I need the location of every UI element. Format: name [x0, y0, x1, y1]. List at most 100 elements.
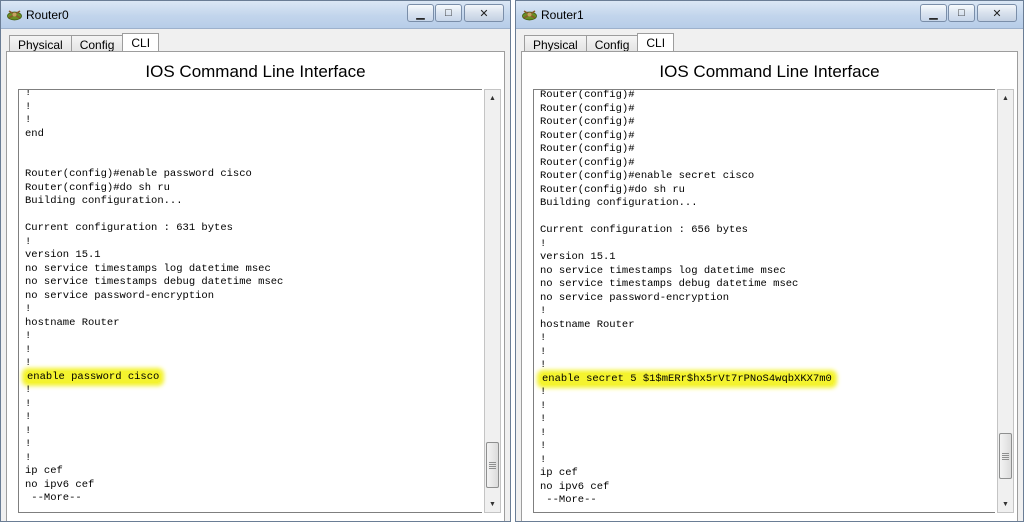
console-line-text: end — [25, 127, 44, 140]
console-line: ! — [534, 454, 995, 468]
console-line-text: Building configuration... — [540, 197, 698, 209]
console-line: Router(config)#do sh ru — [19, 182, 482, 196]
console-line: ! — [19, 398, 482, 412]
minimize-icon: ▁ — [416, 7, 425, 20]
console-output: !!! end Router(config)#enable password cis… — [19, 90, 482, 506]
tab-cli[interactable]: CLI — [637, 33, 675, 53]
console-line-text: ! — [25, 343, 32, 356]
console-line-text: ! — [540, 426, 547, 439]
console-line-text: hostname Router — [25, 316, 120, 329]
router-app-icon — [522, 10, 537, 21]
console-line-text: no service password-encryption — [540, 291, 730, 304]
console-line: Router(config)#enable secret cisco — [534, 170, 995, 184]
close-icon: ✕ — [992, 7, 1002, 20]
console-line: ! — [19, 452, 482, 466]
router0-window[interactable]: Router0 ▁ □ ✕ Physical Config CLI IOS Co… — [0, 0, 511, 522]
console-line-text: ip cef — [25, 465, 63, 477]
title-bar[interactable]: Router0 ▁ □ ✕ — [1, 1, 510, 29]
console-line: no ipv6 cef — [19, 479, 482, 493]
console-line-text: no service timestamps log datetime msec — [25, 262, 271, 275]
console-line: ! — [19, 236, 482, 250]
console-scrollbar[interactable]: ▲ ▼ — [997, 89, 1014, 513]
console-line-text: ! — [25, 411, 32, 423]
console-line-text: ! — [25, 424, 32, 437]
console-line: hostname Router — [19, 317, 482, 331]
scroll-up-icon[interactable]: ▲ — [998, 90, 1013, 106]
scroll-up-icon[interactable]: ▲ — [485, 90, 500, 106]
console-line-text: ! — [25, 100, 32, 113]
console-line: ! — [534, 238, 995, 252]
console-line: ! — [19, 425, 482, 439]
tab-physical[interactable]: Physical — [9, 35, 72, 52]
console-line-text: Router(config)# — [540, 143, 635, 155]
console-line-text: ! — [25, 114, 32, 126]
maximize-button[interactable]: □ — [948, 4, 975, 22]
console-line: version 15.1 — [19, 249, 482, 263]
console-line-text: version 15.1 — [540, 251, 616, 263]
cli-console[interactable]: !!! end Router(config)#enable password cis… — [18, 89, 482, 513]
console-line: ! — [534, 400, 995, 414]
tab-cli[interactable]: CLI — [122, 33, 160, 53]
maximize-icon: □ — [445, 7, 452, 19]
grip-icon — [489, 461, 496, 469]
console-line-text: ! — [25, 235, 32, 248]
console-line: Router(config)# — [534, 116, 995, 130]
tab-config[interactable]: Config — [70, 35, 124, 52]
window-title: Router0 — [26, 8, 69, 22]
console-line: ! — [19, 438, 482, 452]
console-line: Router(config)# — [534, 143, 995, 157]
title-bar[interactable]: Router1 ▁ □ ✕ — [516, 1, 1023, 29]
console-line: no service timestamps debug datetime mse… — [534, 278, 995, 292]
console-scrollbar[interactable]: ▲ ▼ — [484, 89, 501, 513]
console-line-text: ! — [25, 384, 32, 396]
console-line: Building configuration... — [19, 195, 482, 209]
console-line-text: ! — [25, 438, 32, 450]
console-line-text: ip cef — [540, 467, 578, 479]
minimize-button[interactable]: ▁ — [407, 4, 434, 22]
console-line: hostname Router — [534, 319, 995, 333]
console-line: ! — [534, 359, 995, 373]
console-line: Router(config)# — [534, 90, 995, 103]
tab-config[interactable]: Config — [585, 35, 639, 52]
scroll-down-icon[interactable]: ▼ — [998, 496, 1013, 512]
scroll-thumb[interactable] — [999, 433, 1012, 479]
close-button[interactable]: ✕ — [464, 4, 504, 22]
console-line-text: no service timestamps debug datetime mse… — [540, 278, 799, 290]
console-line: no ipv6 cef — [534, 481, 995, 495]
console-line-text: hostname Router — [540, 318, 635, 331]
console-line: ! — [19, 114, 482, 128]
console-line-text: ! — [540, 237, 547, 250]
console-line-text: Current configuration : 631 bytes — [25, 222, 233, 234]
console-line: Current configuration : 631 bytes — [19, 222, 482, 236]
console-line: Current configuration : 656 bytes — [534, 224, 995, 238]
console-line: Router(config)#do sh ru — [534, 184, 995, 198]
console-line-text: Current configuration : 656 bytes — [540, 224, 748, 236]
scroll-down-icon[interactable]: ▼ — [485, 496, 500, 512]
console-line: ! — [534, 305, 995, 319]
highlighted-config-line: enable secret 5 $1$mERr$hx5rVt7rPNoS4wqb… — [540, 372, 834, 385]
console-line: enable secret 5 $1$mERr$hx5rVt7rPNoS4wqb… — [534, 372, 995, 387]
console-line: Router(config)# — [534, 157, 995, 171]
console-line-text: Router(config)#do sh ru — [540, 183, 685, 196]
tab-physical[interactable]: Physical — [524, 35, 587, 52]
maximize-button[interactable]: □ — [435, 4, 462, 22]
console-line-text: ! — [540, 399, 547, 412]
close-button[interactable]: ✕ — [977, 4, 1017, 22]
cli-console[interactable]: Router(config)# Router(config)# Router(con… — [533, 89, 995, 513]
console-line: ip cef — [19, 465, 482, 479]
minimize-button[interactable]: ▁ — [920, 4, 947, 22]
console-line-text: ! — [25, 303, 32, 315]
console-line-text: Router(config)#do sh ru — [25, 181, 170, 194]
router1-window[interactable]: Router1 ▁ □ ✕ Physical Config CLI IOS Co… — [515, 0, 1024, 522]
console-line: --More-- — [19, 492, 482, 506]
console-line-text: ! — [25, 397, 32, 410]
console-line: ! — [19, 357, 482, 371]
console-line-text: no service password-encryption — [25, 289, 215, 302]
console-line: Building configuration... — [534, 197, 995, 211]
window-title: Router1 — [541, 8, 584, 22]
scroll-thumb[interactable] — [486, 442, 499, 488]
maximize-icon: □ — [958, 7, 965, 19]
